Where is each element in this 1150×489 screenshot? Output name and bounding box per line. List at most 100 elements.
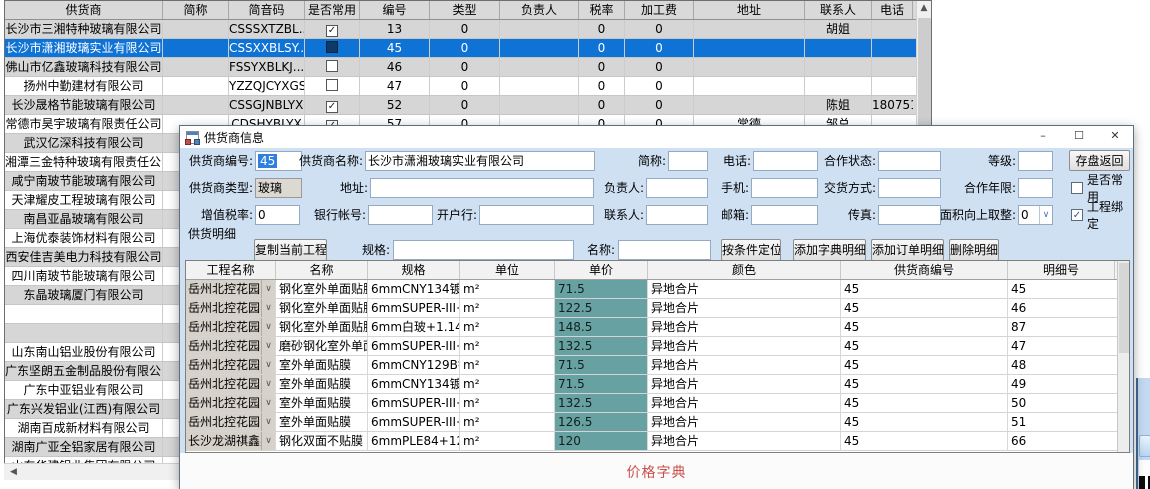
project-combo[interactable]: 岳州北控花园∨ bbox=[186, 413, 276, 431]
project-combo[interactable]: 岳州北控花园∨ bbox=[186, 337, 276, 355]
grid-row[interactable]: 岳州北控花园∨室外单面贴膜6mmSUPER-III+12A(硅...m²132.… bbox=[186, 394, 1129, 413]
project-combo[interactable]: 岳州北控花园∨ bbox=[186, 375, 276, 393]
supplier-no-cell: 45 bbox=[841, 337, 1008, 355]
supplier-cell: 南昌亚晶玻璃有限公司 bbox=[5, 210, 163, 228]
chevron-down-icon[interactable]: ∨ bbox=[261, 432, 275, 450]
supplier-no-label: 供货商编号: bbox=[182, 151, 253, 171]
detail-name-cell: 钢化室外单面贴膜 bbox=[276, 299, 368, 317]
grid-row[interactable]: 岳州北控花园∨室外单面贴膜6mmCNY134镀膜钢化m²71.5异地合片4549 bbox=[186, 375, 1129, 394]
save-return-button[interactable]: 存盘返回 bbox=[1069, 150, 1130, 171]
add-order-detail-button[interactable]: 添加订单明细 bbox=[871, 239, 944, 261]
scrollbar-thumb[interactable] bbox=[918, 18, 931, 133]
supplier-cell: 湖南广亚全铝家居有限公司 bbox=[5, 438, 163, 456]
coop-status-input[interactable] bbox=[878, 151, 941, 171]
common-use-checkbox[interactable]: 是否常用 bbox=[1071, 178, 1133, 198]
dialog-titlebar[interactable]: 供货商信息 – ☐ ✕ bbox=[180, 126, 1133, 148]
chevron-down-icon[interactable]: ∨ bbox=[261, 394, 275, 412]
chevron-down-icon[interactable]: ∨ bbox=[261, 356, 275, 374]
supplier-row[interactable]: 长沙市三湘特种玻璃有限公司CSSSXTZBL...✓13000胡姐 bbox=[5, 20, 931, 39]
supply-detail-grid: 工程名称名称规格单位单价颜色供货商编号明细号 岳州北控花园∨钢化室外单面贴膜6m… bbox=[185, 260, 1130, 453]
app-screen: 供货商简称简音码是否常用编号类型负责人税率加工费地址联系人电话 长沙市三湘特种玻… bbox=[0, 0, 1150, 489]
grid-vertical-scrollbar[interactable] bbox=[1117, 261, 1129, 452]
delivery-method-label: 交货方式: bbox=[800, 178, 876, 198]
checkbox-icon[interactable]: ✓ bbox=[326, 25, 338, 37]
column-header: 是否常用 bbox=[305, 1, 360, 19]
supplier-cell: 0 bbox=[430, 58, 500, 76]
grid-row[interactable]: 岳州北控花园∨室外单面贴膜6mmSUPER-III+12A(硅...m²126.… bbox=[186, 413, 1129, 432]
name-filter-input[interactable] bbox=[618, 240, 711, 260]
grid-row[interactable]: 岳州北控花园∨钢化室外单面贴膜6mm白玻+1.14PVB+6mm...m²148… bbox=[186, 318, 1129, 337]
project-combo[interactable]: 长沙龙湖祺鑫星座∨ bbox=[186, 432, 276, 450]
grid-column-header: 明细号 bbox=[1008, 261, 1115, 279]
detail-no-cell: 66 bbox=[1008, 432, 1115, 450]
chevron-down-icon[interactable]: ∨ bbox=[261, 280, 275, 298]
supplier-row[interactable]: 长沙晟格节能玻璃有限公司CSSGJNBLYXGS✓52000陈姐180751 bbox=[5, 96, 931, 115]
checkbox-icon[interactable]: ✓ bbox=[326, 101, 338, 113]
price-cell: 122.5 bbox=[555, 299, 648, 317]
supplier-cell: 0 bbox=[430, 20, 500, 38]
supplier-cell: 天津耀皮工程玻璃有限公司 bbox=[5, 191, 163, 209]
scroll-up-icon[interactable]: ▲ bbox=[917, 1, 931, 17]
supplier-cell bbox=[694, 77, 805, 95]
price-cell: 132.5 bbox=[555, 394, 648, 412]
round-up-value: 0 bbox=[1019, 206, 1039, 224]
spec-filter-input[interactable] bbox=[393, 240, 574, 260]
delivery-method-input[interactable] bbox=[878, 178, 941, 198]
project-name: 岳州北控花园 bbox=[186, 299, 261, 317]
supplier-row[interactable]: 扬州中勤建材有限公司YZZQJCYXGS47000 bbox=[5, 77, 931, 96]
supplier-table-header: 供货商简称简音码是否常用编号类型负责人税率加工费地址联系人电话 bbox=[5, 1, 931, 20]
grade-input[interactable] bbox=[1018, 151, 1053, 171]
grid-row[interactable]: 长沙龙湖祺鑫星座∨钢化双面不贴膜6mmPLE84+12A(硅酮胶...m²120… bbox=[186, 432, 1129, 451]
supplier-cell bbox=[5, 324, 163, 342]
supplier-cell: 45 bbox=[360, 39, 430, 57]
chevron-down-icon[interactable]: ∨ bbox=[261, 375, 275, 393]
copy-current-project-button[interactable]: 复制当前工程 bbox=[254, 239, 327, 261]
checkbox-icon[interactable] bbox=[326, 41, 338, 53]
checkbox-icon bbox=[1071, 182, 1083, 194]
coop-years-input[interactable] bbox=[1018, 178, 1053, 198]
grid-row[interactable]: 岳州北控花园∨钢化室外单面贴膜6mmCNY134镀膜钢化m²71.5异地合片45… bbox=[186, 280, 1129, 299]
add-dictionary-detail-button[interactable]: 添加字典明细 bbox=[793, 239, 866, 261]
project-bind-checkbox[interactable]: ✓ 工程绑定 bbox=[1071, 205, 1133, 225]
chevron-down-icon[interactable]: ∨ bbox=[261, 318, 275, 336]
minimize-button[interactable]: – bbox=[1025, 126, 1061, 148]
supplier-cell bbox=[694, 39, 805, 57]
detail-name-cell: 磨砂钢化室外单面贴膜 bbox=[276, 337, 368, 355]
address-input[interactable] bbox=[370, 178, 594, 198]
chevron-down-icon[interactable]: ∨ bbox=[261, 337, 275, 355]
locate-by-condition-button[interactable]: 按条件定位 bbox=[721, 239, 781, 261]
grid-row[interactable]: 岳州北控花园∨钢化室外单面贴膜6mmSUPER-III+12A(硅...m²12… bbox=[186, 299, 1129, 318]
supplier-row[interactable]: 佛山市亿鑫玻璃科技有限公司FSSYXBLKJ...46000 bbox=[5, 58, 931, 77]
supplier-cell: 四川南玻节能玻璃有限公司 bbox=[5, 267, 163, 285]
project-combo[interactable]: 岳州北控花园∨ bbox=[186, 394, 276, 412]
project-combo[interactable]: 岳州北控花园∨ bbox=[186, 356, 276, 374]
project-combo[interactable]: 岳州北控花园∨ bbox=[186, 318, 276, 336]
project-combo[interactable]: 岳州北控花园∨ bbox=[186, 280, 276, 298]
price-cell: 120 bbox=[555, 432, 648, 450]
project-combo[interactable]: 岳州北控花园∨ bbox=[186, 299, 276, 317]
column-header: 地址 bbox=[694, 1, 805, 19]
round-up-select[interactable]: 0 ∨ bbox=[1018, 205, 1053, 225]
close-button[interactable]: ✕ bbox=[1097, 126, 1133, 148]
supplier-name-input[interactable]: 长沙市潇湘玻璃实业有限公司 bbox=[365, 151, 595, 171]
supplier-cell: 武汉亿深科技有限公司 bbox=[5, 134, 163, 152]
delete-detail-button[interactable]: 删除明细 bbox=[949, 239, 999, 261]
phone-label: 电话: bbox=[680, 151, 751, 171]
checkbox-icon[interactable] bbox=[326, 79, 338, 91]
detail-name-cell: 钢化室外单面贴膜 bbox=[276, 280, 368, 298]
chevron-down-icon[interactable]: ∨ bbox=[261, 299, 275, 317]
maximize-button[interactable]: ☐ bbox=[1061, 126, 1097, 148]
column-header: 加工费 bbox=[625, 1, 694, 19]
supplier-cell bbox=[805, 58, 872, 76]
supplier-no-cell: 45 bbox=[841, 394, 1008, 412]
scrollbar-thumb[interactable] bbox=[1119, 263, 1129, 353]
grid-row[interactable]: 岳州北控花园∨室外单面贴膜6mmCNY129B镀膜钢化m²71.5异地合片454… bbox=[186, 356, 1129, 375]
scroll-left-icon[interactable]: ◀ bbox=[6, 465, 21, 480]
spec-cell: 6mmSUPER-III+12A(硅... bbox=[368, 394, 460, 412]
checkbox-icon[interactable] bbox=[326, 60, 338, 72]
grid-row[interactable]: 岳州北控花园∨磨砂钢化室外单面贴膜6mmSUPER-III+12A(硅...m²… bbox=[186, 337, 1129, 356]
spec-filter-label: 规格: bbox=[330, 240, 390, 260]
chevron-down-icon[interactable]: ∨ bbox=[261, 413, 275, 431]
supplier-row[interactable]: 长沙市潇湘玻璃实业有限公司CSSXXBLSY...45000 bbox=[5, 39, 931, 58]
bank-label: 开户行: bbox=[400, 205, 477, 225]
